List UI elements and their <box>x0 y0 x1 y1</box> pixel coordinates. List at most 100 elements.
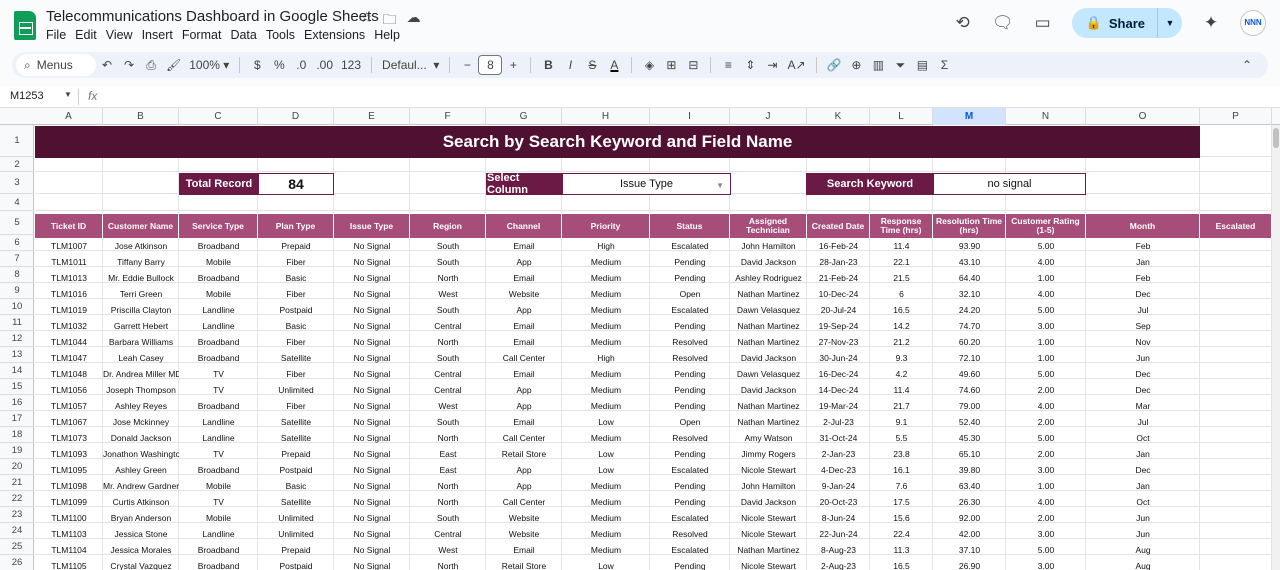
column-header-l[interactable]: L <box>870 108 933 125</box>
table-cell[interactable]: 7.6 <box>870 478 933 494</box>
table-cell[interactable]: Broadband <box>179 270 258 286</box>
table-cell[interactable]: 24.20 <box>933 302 1006 318</box>
table-cell[interactable]: Medium <box>562 526 650 542</box>
table-cell[interactable]: Pending <box>650 478 730 494</box>
table-cell[interactable]: TLM1011 <box>35 254 103 270</box>
table-cell[interactable]: North <box>410 270 486 286</box>
table-cell[interactable]: 43.10 <box>933 254 1006 270</box>
table-cell[interactable]: Basic <box>258 478 334 494</box>
table-cell[interactable]: Broadband <box>179 558 258 570</box>
table-cell[interactable]: TLM1104 <box>35 542 103 558</box>
table-cell[interactable]: 5.00 <box>1006 302 1086 318</box>
table-cell[interactable]: 10-Dec-24 <box>807 286 870 302</box>
table-cell[interactable]: Medium <box>562 494 650 510</box>
table-cell[interactable]: Landline <box>179 430 258 446</box>
table-header-cell[interactable]: Response Time (hrs) <box>870 214 933 238</box>
table-cell[interactable]: 9.3 <box>870 350 933 366</box>
table-cell[interactable] <box>1200 398 1272 414</box>
currency-format-button[interactable]: $ <box>246 54 268 76</box>
table-cell[interactable]: 60.20 <box>933 334 1006 350</box>
table-cell[interactable]: 37.10 <box>933 542 1006 558</box>
table-header-cell[interactable]: Month <box>1086 214 1200 238</box>
table-cell[interactable]: No Signal <box>334 334 410 350</box>
row-header[interactable]: 25 <box>0 539 34 555</box>
table-cell[interactable]: Dec <box>1086 366 1200 382</box>
table-cell[interactable]: 39.80 <box>933 462 1006 478</box>
table-cell[interactable]: 45.30 <box>933 430 1006 446</box>
decrease-font-size-icon[interactable]: − <box>456 54 478 76</box>
table-cell[interactable]: No Signal <box>334 542 410 558</box>
table-cell[interactable]: No Signal <box>334 558 410 570</box>
column-header-b[interactable]: B <box>103 108 179 125</box>
menu-view[interactable]: View <box>106 28 138 42</box>
table-header-cell[interactable]: Plan Type <box>258 214 334 238</box>
table-cell[interactable]: Tiffany Barry <box>103 254 179 270</box>
vertical-scrollbar[interactable] <box>1272 125 1280 570</box>
column-header-g[interactable]: G <box>486 108 562 125</box>
table-cell[interactable]: Pending <box>650 446 730 462</box>
table-cell[interactable]: Dr. Andrea Miller MD <box>103 366 179 382</box>
column-header-p[interactable]: P <box>1200 108 1272 125</box>
table-cell[interactable]: 2.00 <box>1006 414 1086 430</box>
name-box[interactable]: M1253 <box>10 90 44 102</box>
table-cell[interactable]: North <box>410 494 486 510</box>
row-header[interactable]: 15 <box>0 379 34 395</box>
share-main[interactable]: 🔒 Share <box>1072 8 1158 38</box>
table-cell[interactable]: 2-Jan-23 <box>807 446 870 462</box>
table-cell[interactable]: Mr. Eddie Bullock <box>103 270 179 286</box>
table-cell[interactable]: Leah Casey <box>103 350 179 366</box>
table-cell[interactable]: Prepaid <box>258 238 334 254</box>
menu-data[interactable]: Data <box>230 28 261 42</box>
table-cell[interactable]: John Hamilton <box>730 478 807 494</box>
collapse-toolbar-icon[interactable]: ⌃ <box>1236 54 1258 76</box>
table-cell[interactable]: Escalated <box>650 510 730 526</box>
table-cell[interactable]: 5.00 <box>1006 366 1086 382</box>
table-cell[interactable]: 2-Jul-23 <box>807 414 870 430</box>
table-cell[interactable]: 4.00 <box>1006 398 1086 414</box>
table-cell[interactable]: Jimmy Rogers <box>730 446 807 462</box>
table-cell[interactable]: 42.00 <box>933 526 1006 542</box>
table-cell[interactable]: 20-Oct-23 <box>807 494 870 510</box>
select-column-dropdown[interactable]: Issue Type ▼ <box>562 173 731 195</box>
table-cell[interactable]: Nicole Stewart <box>730 558 807 570</box>
table-cell[interactable]: Sep <box>1086 318 1200 334</box>
table-cell[interactable]: Open <box>650 286 730 302</box>
table-cell[interactable]: Central <box>410 526 486 542</box>
table-cell[interactable]: Medium <box>562 286 650 302</box>
table-cell[interactable]: Central <box>410 366 486 382</box>
scrollbar-thumb[interactable] <box>1273 128 1279 148</box>
table-cell[interactable] <box>1200 334 1272 350</box>
table-cell[interactable]: Mar <box>1086 398 1200 414</box>
table-cell[interactable]: Escalated <box>650 462 730 478</box>
table-cell[interactable]: Landline <box>179 526 258 542</box>
table-cell[interactable]: Barbara Williams <box>103 334 179 350</box>
table-cell[interactable]: TLM1105 <box>35 558 103 570</box>
row-header[interactable]: 11 <box>0 315 34 331</box>
table-cell[interactable]: 79.00 <box>933 398 1006 414</box>
table-cell[interactable]: Basic <box>258 270 334 286</box>
table-cell[interactable]: App <box>486 382 562 398</box>
table-cell[interactable]: No Signal <box>334 286 410 302</box>
table-cell[interactable]: Retail Store <box>486 558 562 570</box>
table-cell[interactable]: Low <box>562 446 650 462</box>
table-cell[interactable]: TLM1067 <box>35 414 103 430</box>
table-cell[interactable]: Dec <box>1086 462 1200 478</box>
table-cell[interactable]: 19-Sep-24 <box>807 318 870 334</box>
table-cell[interactable] <box>1200 318 1272 334</box>
table-cell[interactable]: 1.00 <box>1006 350 1086 366</box>
table-cell[interactable]: West <box>410 398 486 414</box>
table-cell[interactable]: 16.1 <box>870 462 933 478</box>
text-wrapping-icon[interactable]: ⇥ <box>761 54 783 76</box>
table-cell[interactable]: 16.5 <box>870 558 933 570</box>
table-cell[interactable]: 22-Jun-24 <box>807 526 870 542</box>
table-cell[interactable]: No Signal <box>334 382 410 398</box>
menu-file[interactable]: File <box>46 28 71 42</box>
table-cell[interactable]: No Signal <box>334 398 410 414</box>
percent-format-button[interactable]: % <box>268 54 290 76</box>
table-cell[interactable]: 3.00 <box>1006 526 1086 542</box>
table-cell[interactable]: 26.90 <box>933 558 1006 570</box>
row-header[interactable]: 3 <box>0 172 34 194</box>
table-cell[interactable]: Nathan Martinez <box>730 414 807 430</box>
table-cell[interactable]: Nathan Martinez <box>730 398 807 414</box>
table-cell[interactable]: 5.00 <box>1006 542 1086 558</box>
